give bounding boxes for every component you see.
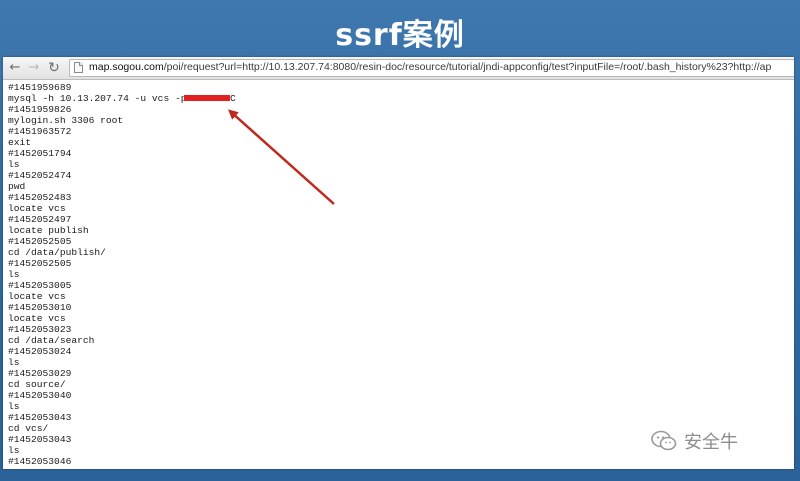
watermark-text: 安全牛	[684, 432, 738, 453]
wechat-icon	[651, 430, 677, 451]
annotation-arrow	[228, 109, 335, 205]
watermark: 安全牛	[650, 426, 738, 456]
arrow-line	[228, 109, 335, 205]
